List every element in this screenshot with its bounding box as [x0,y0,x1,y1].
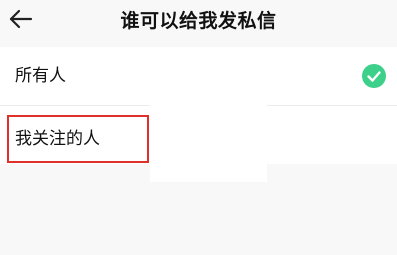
header-bar: 谁可以给我发私信 [0,0,397,42]
option-people-i-follow-label: 我关注的人 [15,129,100,149]
checkmark-circle-icon [362,64,386,88]
page-title: 谁可以给我发私信 [120,10,277,32]
blank-overlay [150,98,267,182]
option-everyone[interactable]: 所有人 [0,47,397,105]
option-everyone-label: 所有人 [15,66,66,86]
